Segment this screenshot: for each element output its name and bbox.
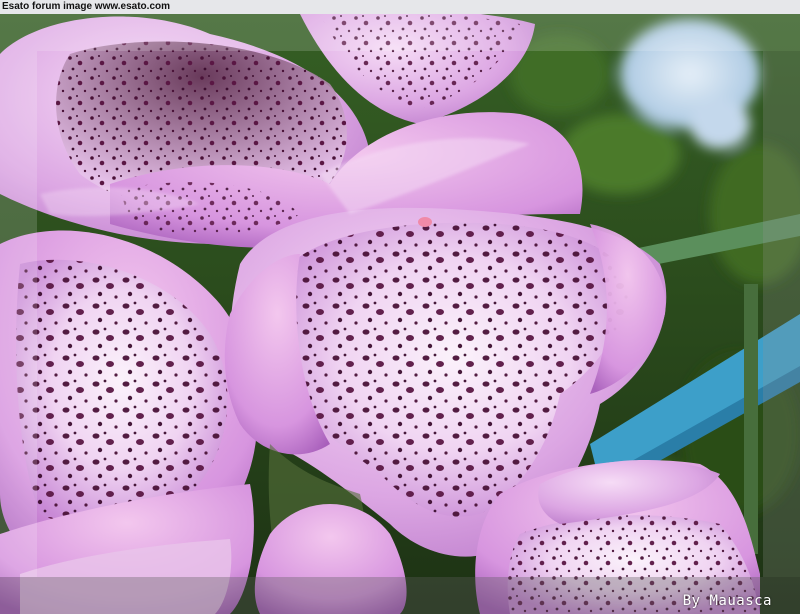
watermark-text: Esato forum image www.esato.com [2, 1, 171, 12]
watermark-bar: Esato forum image www.esato.com [0, 0, 800, 14]
foxglove-photo [0, 14, 800, 614]
photo-page: Esato forum image www.esato.com By Mauas… [0, 0, 800, 614]
credit-text: By Mauasca [682, 593, 772, 609]
